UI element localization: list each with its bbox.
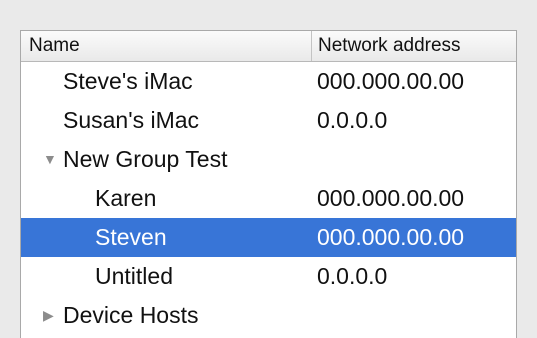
row-name: Device Hosts: [63, 302, 199, 328]
table-row-susans-imac[interactable]: Susan's iMac 0.0.0.0: [21, 101, 516, 140]
row-address: 0.0.0.0: [317, 107, 388, 133]
table-row-steven[interactable]: Steven 000.000.00.00: [21, 218, 516, 257]
row-name: Karen: [95, 185, 157, 211]
column-header-name[interactable]: Name: [21, 31, 311, 61]
row-name: Susan's iMac: [63, 107, 200, 133]
table-row-device-hosts[interactable]: ▶ Device Hosts: [21, 296, 516, 335]
table-body: Steve's iMac 000.000.00.00 Susan's iMac …: [21, 62, 516, 335]
table-row-untitled[interactable]: Untitled 0.0.0.0: [21, 257, 516, 296]
row-name: Steven: [95, 224, 167, 250]
row-address: 0.0.0.0: [317, 263, 388, 289]
table-row-new-group-test[interactable]: ▼ New Group Test: [21, 140, 516, 179]
row-address: 000.000.00.00: [317, 68, 465, 94]
row-name: Steve's iMac: [63, 68, 193, 94]
row-address: 000.000.00.00: [317, 224, 465, 250]
row-name: New Group Test: [63, 146, 228, 172]
triangle-down-icon[interactable]: ▼: [43, 140, 57, 179]
row-address: 000.000.00.00: [317, 185, 465, 211]
host-table[interactable]: Name Network address Steve's iMac 000.00…: [20, 30, 517, 338]
table-row-steves-imac[interactable]: Steve's iMac 000.000.00.00: [21, 62, 516, 101]
row-name: Untitled: [95, 263, 173, 289]
column-header-network-address[interactable]: Network address: [311, 31, 516, 61]
triangle-right-icon[interactable]: ▶: [43, 296, 54, 335]
table-header: Name Network address: [21, 31, 516, 62]
table-row-karen[interactable]: Karen 000.000.00.00: [21, 179, 516, 218]
